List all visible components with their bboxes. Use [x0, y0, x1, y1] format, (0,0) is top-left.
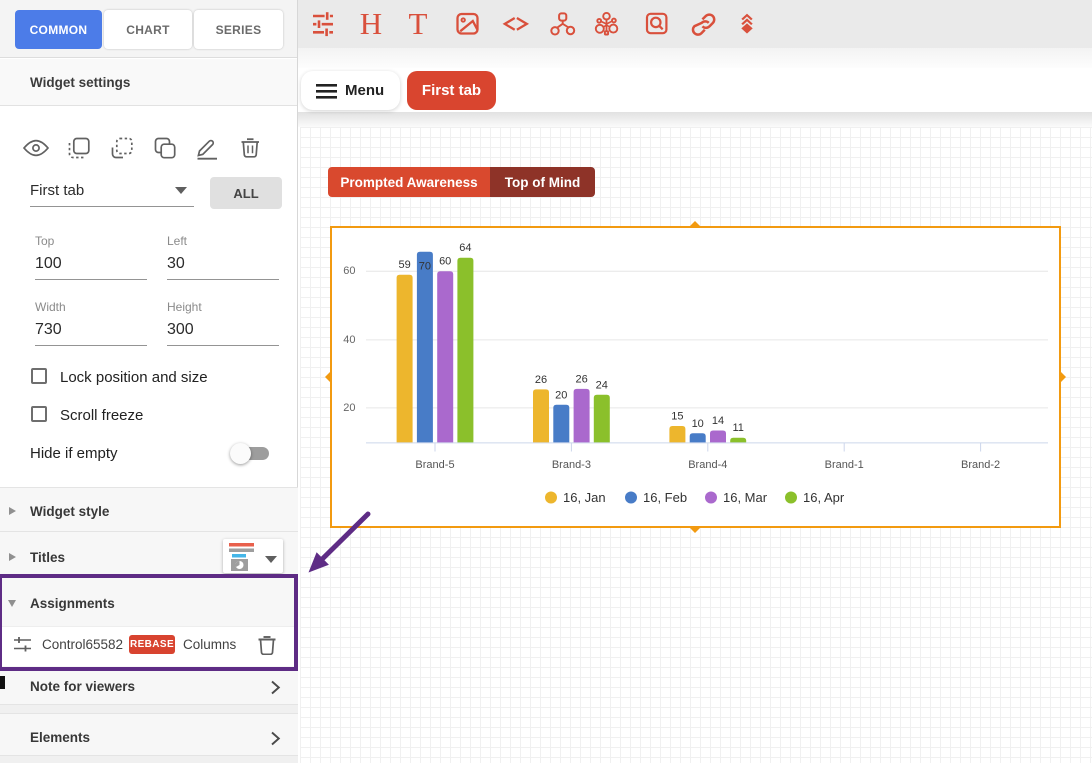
svg-text:16, Feb: 16, Feb	[643, 490, 687, 505]
svg-text:Brand-3: Brand-3	[552, 459, 591, 471]
svg-text:26: 26	[535, 374, 547, 386]
svg-text:14: 14	[712, 415, 724, 427]
svg-text:16, Mar: 16, Mar	[723, 490, 768, 505]
svg-text:Brand-4: Brand-4	[688, 459, 727, 471]
svg-text:15: 15	[671, 411, 683, 423]
svg-text:20: 20	[343, 402, 355, 414]
svg-text:Brand-2: Brand-2	[961, 459, 1000, 471]
svg-text:24: 24	[596, 379, 608, 391]
svg-text:16, Apr: 16, Apr	[803, 490, 845, 505]
svg-text:60: 60	[343, 265, 355, 277]
svg-text:64: 64	[459, 242, 471, 254]
svg-text:H: H	[360, 6, 382, 41]
svg-text:60: 60	[439, 256, 451, 268]
svg-text:40: 40	[343, 334, 355, 346]
svg-text:26: 26	[575, 373, 587, 385]
svg-text:T: T	[409, 6, 428, 41]
svg-text:16, Jan: 16, Jan	[563, 490, 606, 505]
svg-text:10: 10	[692, 418, 704, 430]
svg-text:11: 11	[732, 422, 743, 434]
svg-text:Brand-1: Brand-1	[825, 459, 864, 471]
svg-text:59: 59	[398, 259, 410, 271]
svg-text:70: 70	[419, 261, 431, 273]
svg-text:Brand-5: Brand-5	[415, 459, 454, 471]
svg-text:20: 20	[555, 389, 567, 401]
